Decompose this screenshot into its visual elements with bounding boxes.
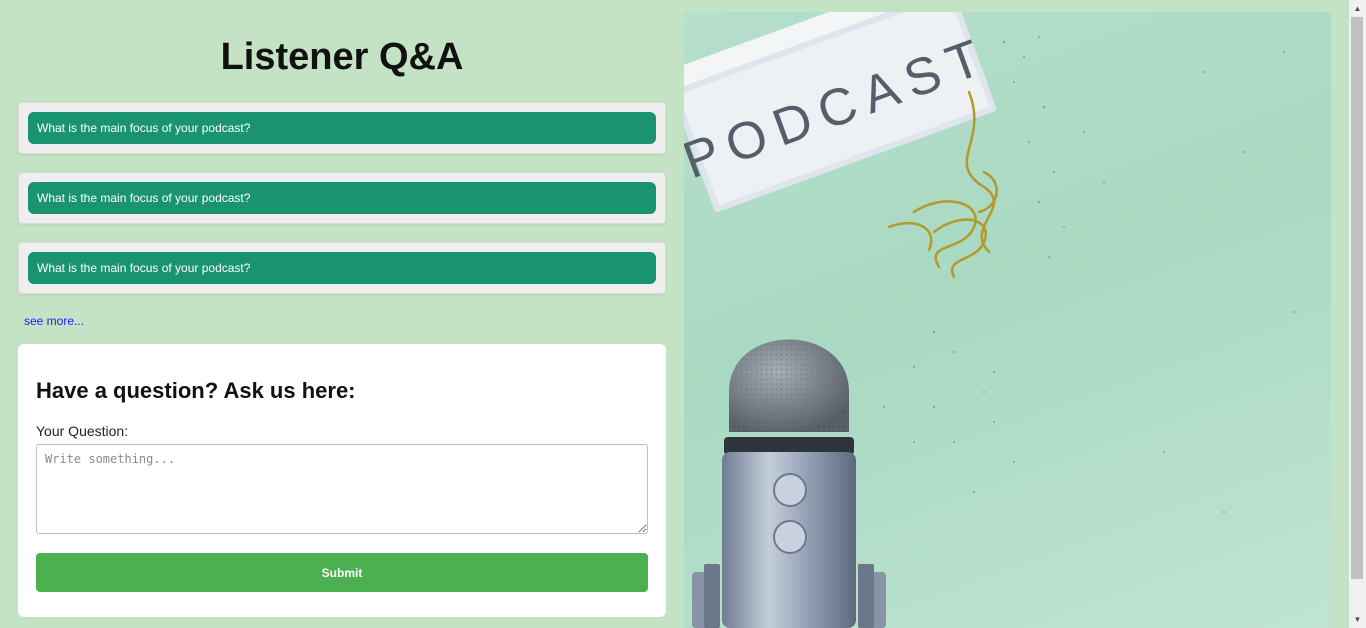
- scrollbar-thumb[interactable]: [1351, 17, 1363, 579]
- faq-question[interactable]: What is the main focus of your podcast?: [28, 252, 656, 284]
- faq-card: What is the main focus of your podcast?: [18, 102, 666, 154]
- faq-card: What is the main focus of your podcast?: [18, 242, 666, 294]
- form-title: Have a question? Ask us here:: [36, 378, 356, 403]
- ask-question-form: Have a question? Ask us here: Your Quest…: [18, 344, 666, 617]
- vertical-scrollbar[interactable]: ▲ ▼: [1349, 0, 1366, 628]
- submit-button[interactable]: Submit: [36, 553, 648, 592]
- faq-card: What is the main focus of your podcast?: [18, 172, 666, 224]
- see-more-link[interactable]: see more...: [24, 314, 84, 328]
- scroll-down-arrow-icon[interactable]: ▼: [1349, 611, 1366, 628]
- microphone: [692, 339, 886, 628]
- page-title: Listener Q&A: [220, 36, 464, 78]
- page: Listener Q&A What is the main focus of y…: [0, 0, 1366, 628]
- scroll-up-arrow-icon[interactable]: ▲: [1349, 0, 1366, 17]
- lightbox-sign: PODCAST: [684, 12, 998, 212]
- faq-question[interactable]: What is the main focus of your podcast?: [28, 112, 656, 144]
- faq-question[interactable]: What is the main focus of your podcast?: [28, 182, 656, 214]
- question-input[interactable]: [36, 444, 648, 534]
- podcast-hero-image: PODCAST: [684, 12, 1331, 628]
- question-label: Your Question:: [36, 423, 129, 439]
